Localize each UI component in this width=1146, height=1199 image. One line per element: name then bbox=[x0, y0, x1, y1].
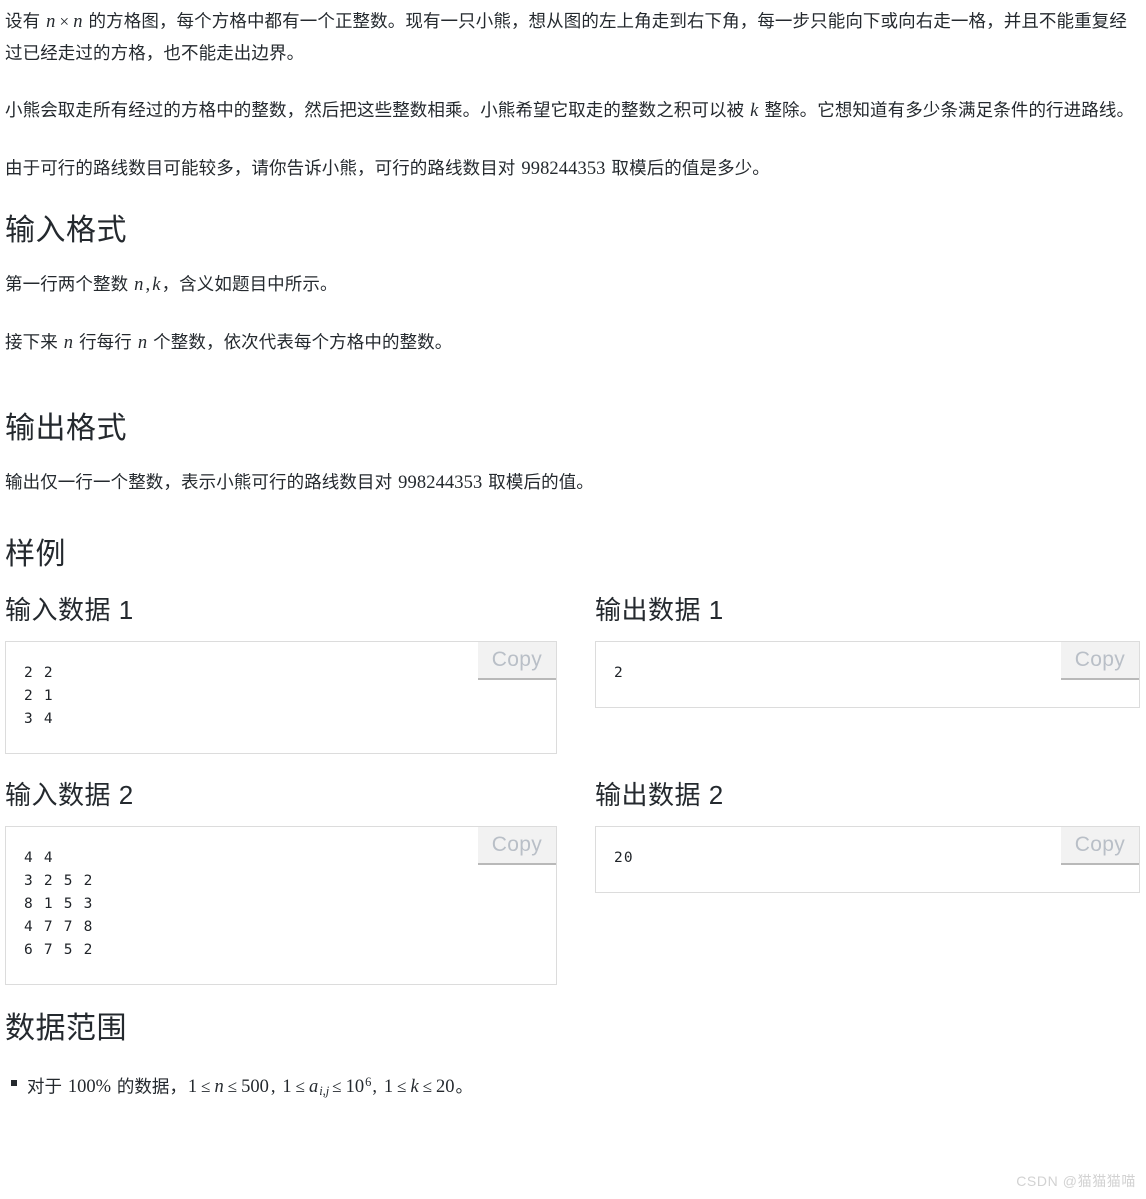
statement-section: 设有 n × n 的方格图，每个方格中都有一个正整数。现有一只小熊，想从图的左上角走… bbox=[5, 6, 1140, 185]
copy-button[interactable]: Copy bbox=[477, 827, 556, 865]
statement-paragraph: 由于可行的路线数目可能较多，请你告诉小熊，可行的路线数目对 998244353 … bbox=[5, 158, 770, 179]
math-mop: ≤ bbox=[397, 1077, 407, 1097]
math-mn: 1 bbox=[187, 1077, 198, 1098]
input-format-paragraph: 第一行两个整数 n, k，含义如题目中所示。 bbox=[5, 274, 338, 295]
math-mi: k bbox=[152, 275, 161, 295]
math-mi: n bbox=[46, 12, 56, 32]
input-format-paragraph: 接下来 n 行每行 n 个整数，依次代表每个方格中的整数。 bbox=[5, 332, 453, 353]
math-mn: 500 bbox=[241, 1077, 269, 1098]
data-range-heading: 数据范围 bbox=[5, 1012, 127, 1045]
math-mn: 10 bbox=[345, 1077, 365, 1098]
math-mn: , bbox=[270, 1077, 276, 1098]
sample-input-heading: 输入数据 2 bbox=[5, 780, 134, 810]
sample-output-heading: 输出数据 2 bbox=[595, 780, 724, 810]
math-mn: 1 bbox=[282, 1077, 292, 1098]
math-mop: ≤ bbox=[201, 1077, 211, 1097]
sample-input-heading: 输入数据 1 bbox=[5, 595, 134, 625]
data-range-section: 数据范围 对于 100% 的数据，1 ≤ n ≤500, 1 ≤ ai,j ≤106, 1 ≤… bbox=[5, 1009, 1140, 1106]
math-mn: 998244353 bbox=[521, 159, 606, 179]
sample-input-column: 输入数据 1 2 2 2 1 3 4 Copy bbox=[5, 593, 557, 754]
problem-page: 设有 n × n 的方格图，每个方格中都有一个正整数。现有一只小熊，想从图的左上角走… bbox=[0, 6, 1146, 1199]
input-format-heading: 输入格式 bbox=[5, 214, 127, 247]
sample-input-code-block: 2 2 2 1 3 4 Copy bbox=[5, 641, 557, 754]
watermark: CSDN @猫猫猫喵 bbox=[1016, 1173, 1136, 1189]
input-format-section: 输入格式 第一行两个整数 n, k，含义如题目中所示。 接下来 n 行每行 n 个… bbox=[5, 211, 1140, 359]
math-msub: i,j bbox=[319, 1084, 330, 1098]
sample-output-column: 输出数据 1 2 Copy bbox=[595, 593, 1140, 708]
sample-pair: 输入数据 2 4 4 3 2 5 2 8 1 5 3 4 7 7 8 6 7 5… bbox=[5, 778, 1140, 985]
math-mop: ≤ bbox=[295, 1077, 305, 1097]
samples-section: 样例 输入数据 1 2 2 2 1 3 4 Copy 输出数据 1 2 Copy bbox=[5, 535, 1140, 985]
sample-output-code: 20 bbox=[614, 850, 634, 866]
math-mi: k bbox=[410, 1077, 419, 1098]
math-mn: 1 bbox=[383, 1077, 394, 1098]
math-mn: 100% bbox=[67, 1077, 112, 1098]
output-format-heading: 输出格式 bbox=[5, 412, 127, 445]
copy-button[interactable]: Copy bbox=[1060, 642, 1139, 680]
sample-output-heading: 输出数据 1 bbox=[595, 595, 724, 625]
math-mi: n bbox=[134, 275, 144, 295]
math-mn: 20 bbox=[436, 1077, 455, 1098]
math-mi: n bbox=[214, 1077, 224, 1098]
math-mi: n bbox=[63, 333, 74, 353]
copy-button[interactable]: Copy bbox=[1060, 827, 1139, 865]
sample-input-code: 4 4 3 2 5 2 8 1 5 3 4 7 7 8 6 7 5 2 bbox=[24, 850, 94, 958]
sample-input-column: 输入数据 2 4 4 3 2 5 2 8 1 5 3 4 7 7 8 6 7 5… bbox=[5, 778, 557, 985]
statement-paragraph: 小熊会取走所有经过的方格中的整数，然后把这些整数相乘。小熊希望它取走的整数之积可… bbox=[5, 100, 1135, 121]
output-format-section: 输出格式 输出仅一行一个整数，表示小熊可行的路线数目对 998244353 取模… bbox=[5, 409, 1140, 499]
math-mop: ≤ bbox=[227, 1077, 238, 1097]
math-mop: × bbox=[59, 12, 70, 31]
data-range-item: 对于 100% 的数据，1 ≤ n ≤500, 1 ≤ ai,j ≤106, 1 ≤ k ≤20。 bbox=[11, 1067, 1140, 1106]
sample-pair: 输入数据 1 2 2 2 1 3 4 Copy 输出数据 1 2 Copy bbox=[5, 593, 1140, 754]
copy-button[interactable]: Copy bbox=[477, 642, 556, 680]
math-mop: ≤ bbox=[332, 1077, 342, 1097]
math-mi: a bbox=[308, 1077, 319, 1098]
sample-output-code-block: 2 Copy bbox=[595, 641, 1140, 708]
math-mi: n bbox=[137, 333, 148, 353]
statement-paragraph: 设有 n × n 的方格图，每个方格中都有一个正整数。现有一只小熊，想从图的左上角走… bbox=[5, 11, 1127, 63]
sample-output-code: 2 bbox=[614, 665, 624, 681]
math-mop: ≤ bbox=[422, 1077, 433, 1097]
data-range-list: 对于 100% 的数据，1 ≤ n ≤500, 1 ≤ ai,j ≤106, 1 ≤ k ≤20。 bbox=[5, 1067, 1140, 1106]
sample-output-code-block: 20 Copy bbox=[595, 826, 1140, 893]
sample-input-code-block: 4 4 3 2 5 2 8 1 5 3 4 7 7 8 6 7 5 2 Copy bbox=[5, 826, 557, 985]
sample-spacer bbox=[5, 754, 1140, 778]
problem-content: 设有 n × n 的方格图，每个方格中都有一个正整数。现有一只小熊，想从图的左上角走… bbox=[0, 6, 1146, 1106]
math-mi: k bbox=[750, 101, 759, 121]
output-format-paragraph: 输出仅一行一个整数，表示小熊可行的路线数目对 998244353 取模后的值。 bbox=[5, 472, 594, 493]
samples-heading: 样例 bbox=[5, 538, 66, 571]
math-mn: 998244353 bbox=[398, 473, 483, 493]
sample-output-column: 输出数据 2 20 Copy bbox=[595, 778, 1140, 893]
math-mn: , bbox=[372, 1077, 377, 1098]
math-mi: n bbox=[73, 12, 83, 32]
sample-input-code: 2 2 2 1 3 4 bbox=[24, 665, 54, 727]
